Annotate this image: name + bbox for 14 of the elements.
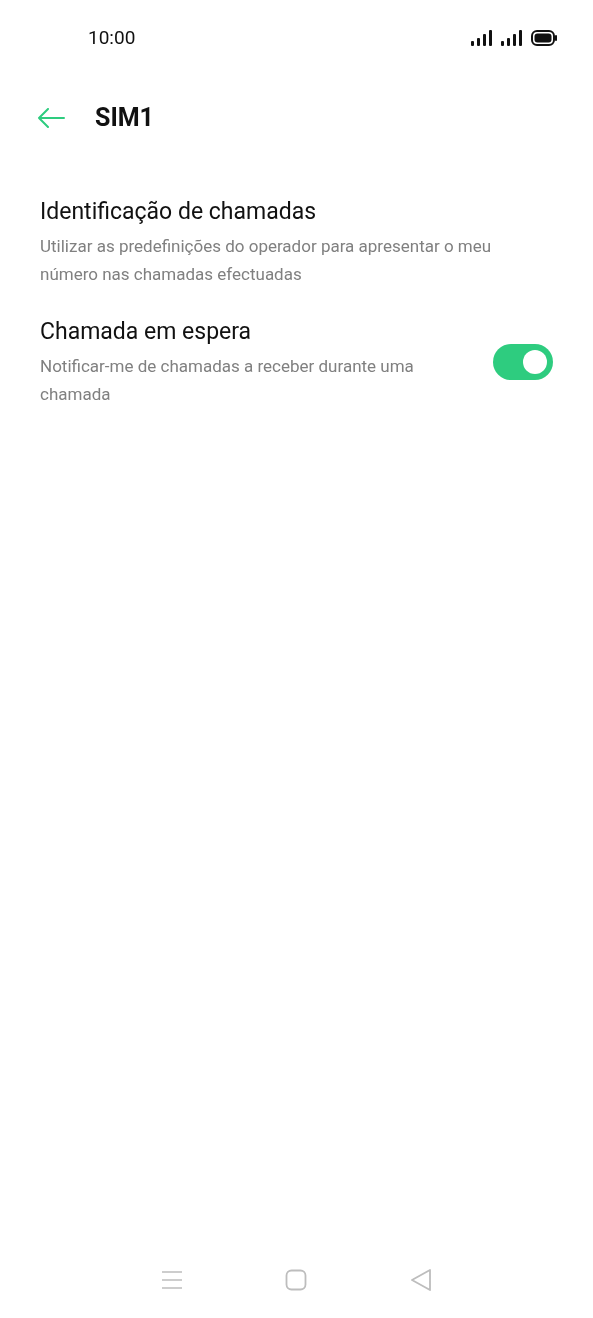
setting-description: Utilizar as predefinições do operador para apresentar o meu número nas chamadas efectuadas <box>40 235 493 286</box>
signal-icon <box>471 30 493 46</box>
menu-icon[interactable] <box>161 1270 184 1290</box>
setting-description: Notificar-me de chamadas a receber durante uma chamada <box>40 355 415 406</box>
battery-icon <box>531 30 557 46</box>
toggle-switch[interactable] <box>493 344 553 380</box>
page-title: SIM1 <box>95 102 154 135</box>
status-time: 10:00 <box>88 24 136 51</box>
back-arrow-icon <box>37 108 65 128</box>
home-icon[interactable] <box>285 1269 308 1291</box>
signal-icon <box>501 30 523 46</box>
setting-title: Chamada em espera <box>40 317 253 347</box>
back-icon[interactable] <box>409 1268 432 1292</box>
setting-title: Identificação de chamadas <box>40 197 318 227</box>
